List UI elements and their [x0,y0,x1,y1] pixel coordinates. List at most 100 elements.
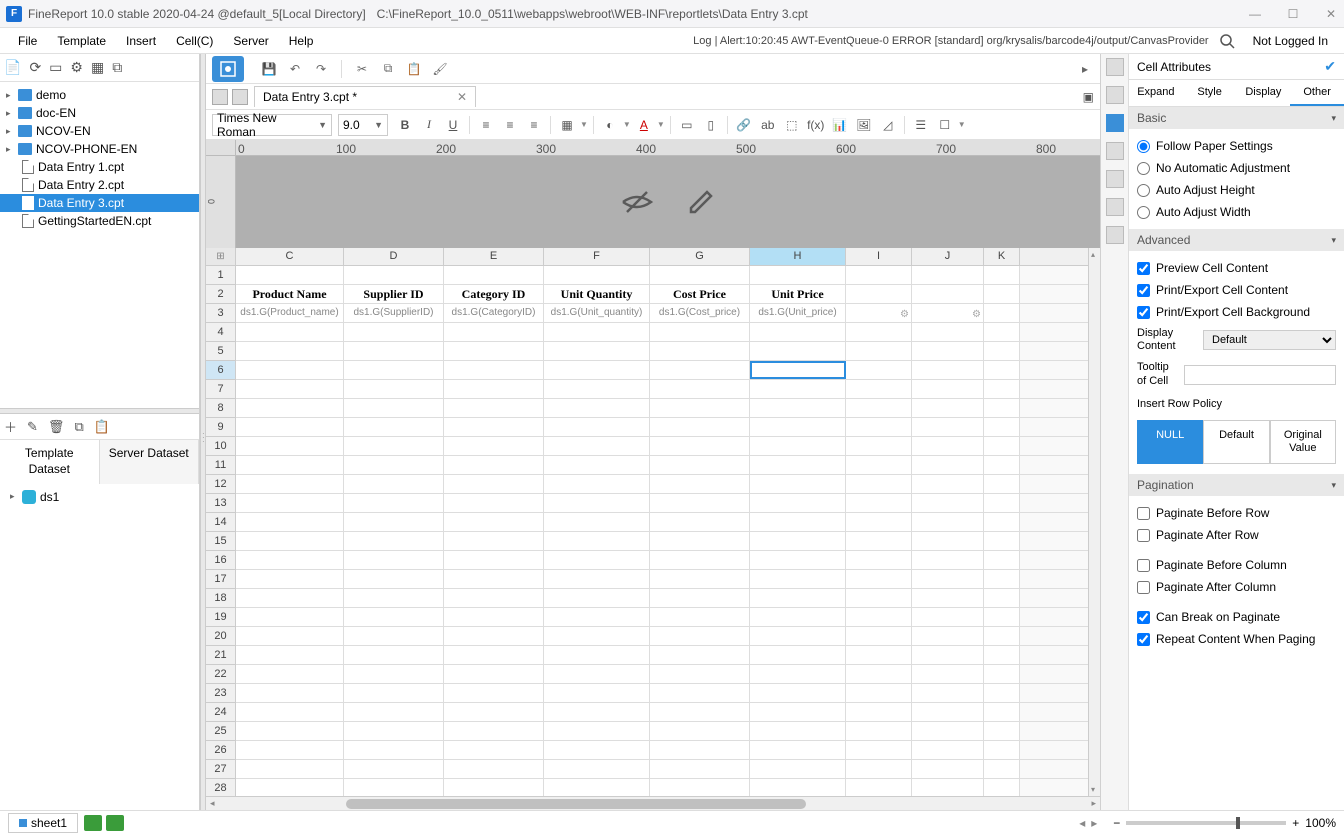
row-header[interactable]: 13 [206,494,235,513]
grid-cell[interactable] [236,475,344,493]
edit-icon[interactable]: ✎ [27,419,38,435]
paste-icon[interactable]: 📋 [405,60,423,78]
section-basic[interactable]: Basic▾ [1129,107,1344,129]
grid-cell[interactable] [544,342,650,360]
grid-cell[interactable] [444,456,544,474]
grid-cell[interactable] [750,380,846,398]
column-header[interactable]: K [984,248,1020,265]
row-header[interactable]: 17 [206,570,235,589]
grid-cell[interactable] [984,456,1020,474]
grid-cell[interactable] [544,380,650,398]
grid-cell[interactable] [650,418,750,436]
grid-cell[interactable] [444,589,544,607]
grid-cell[interactable] [650,646,750,664]
tab-expand[interactable]: Expand [1129,80,1183,106]
document-tab[interactable]: Data Entry 3.cpt * ✕ [254,86,476,107]
font-family-select[interactable]: Times New Roman▼ [212,114,332,136]
grid-cell[interactable] [984,266,1020,284]
grid-cell[interactable] [544,741,650,759]
grid-cell[interactable] [846,703,912,721]
grid-cell[interactable] [444,627,544,645]
grid-cell[interactable] [846,608,912,626]
grid-cell[interactable] [236,779,344,796]
row-header[interactable]: 2 [206,285,235,304]
grid-cell[interactable] [544,551,650,569]
grid-cell[interactable] [846,532,912,550]
copy-icon[interactable]: ⧉ [379,60,397,78]
row-header[interactable]: 19 [206,608,235,627]
row-header[interactable]: 4 [206,323,235,342]
grid-cell[interactable] [344,456,444,474]
grid-cell[interactable] [912,722,984,740]
grid-cell[interactable] [984,665,1020,683]
grid-cell[interactable] [750,437,846,455]
grid-cell[interactable] [912,323,984,341]
grid-cell[interactable] [912,703,984,721]
grid-cell[interactable] [750,570,846,588]
undo-icon[interactable]: ↶ [286,60,304,78]
grid-cell[interactable] [544,323,650,341]
grid-cell[interactable]: Unit Quantity [544,285,650,303]
grid-cell[interactable]: Cost Price [650,285,750,303]
grid-cell[interactable] [750,646,846,664]
row-header[interactable]: 7 [206,380,235,399]
tab-server-dataset[interactable]: Server Dataset [100,440,200,483]
grid-cell[interactable] [444,741,544,759]
grid-cell[interactable] [344,475,444,493]
grid-cell[interactable] [912,342,984,360]
column-header[interactable]: G [650,248,750,265]
grid-cell[interactable] [444,380,544,398]
cut-icon[interactable]: ✂ [353,60,371,78]
grid-cell[interactable] [444,342,544,360]
grid-cell[interactable] [444,760,544,778]
menu-file[interactable]: File [8,30,47,52]
grid-cell[interactable]: ⚙ [912,304,984,322]
grid-cell[interactable] [236,608,344,626]
row-header[interactable]: 15 [206,532,235,551]
grid-cell[interactable]: Supplier ID [344,285,444,303]
grid-cell[interactable] [650,494,750,512]
grid-cell[interactable] [912,627,984,645]
folder-icon[interactable]: ▭ [49,59,62,76]
grid-cell[interactable] [846,760,912,778]
grid-cell[interactable] [984,494,1020,512]
grid-cell[interactable] [750,418,846,436]
align-left-button[interactable]: ≡ [475,114,497,136]
row-header[interactable]: 22 [206,665,235,684]
grid-cell[interactable] [236,513,344,531]
edit-pencil-icon[interactable] [685,186,717,218]
grid-cell[interactable] [236,703,344,721]
grid-cell[interactable] [236,266,344,284]
grid-cell[interactable]: ds1.G(Product_name) [236,304,344,322]
grid-cell[interactable] [750,551,846,569]
grid-cell[interactable] [344,627,444,645]
wrap-button[interactable]: ⬚ [781,114,803,136]
delete-icon[interactable]: 🗑 [48,419,65,435]
column-header[interactable]: J [912,248,984,265]
grid-cell[interactable] [984,760,1020,778]
grid-cell[interactable] [544,646,650,664]
grid-cell[interactable] [444,437,544,455]
grid-cell[interactable] [544,418,650,436]
tree-folder[interactable]: ▸doc-EN [0,104,199,122]
grid-cell[interactable] [344,684,444,702]
grid-cell[interactable] [984,684,1020,702]
section-pagination[interactable]: Pagination▾ [1129,474,1344,496]
grid-cell[interactable] [544,266,650,284]
text-button[interactable]: ab [757,114,779,136]
grid-cell[interactable] [984,380,1020,398]
grid-cell[interactable] [846,684,912,702]
grid-cell[interactable] [444,399,544,417]
grid-cell[interactable] [544,589,650,607]
expand-toolbar-icon[interactable]: ▸ [1076,60,1094,78]
grid-cell[interactable] [846,361,912,379]
row-header[interactable]: 3 [206,304,235,323]
save-icon[interactable]: 💾 [260,60,278,78]
check-paginate-after-col[interactable]: Paginate After Column [1137,576,1336,598]
grid-cell[interactable] [544,475,650,493]
grid-cell[interactable] [344,342,444,360]
tree-file[interactable]: Data Entry 3.cpt [0,194,199,212]
grid-cell[interactable] [444,323,544,341]
grid-cell[interactable] [846,475,912,493]
row-header[interactable]: 27 [206,760,235,779]
